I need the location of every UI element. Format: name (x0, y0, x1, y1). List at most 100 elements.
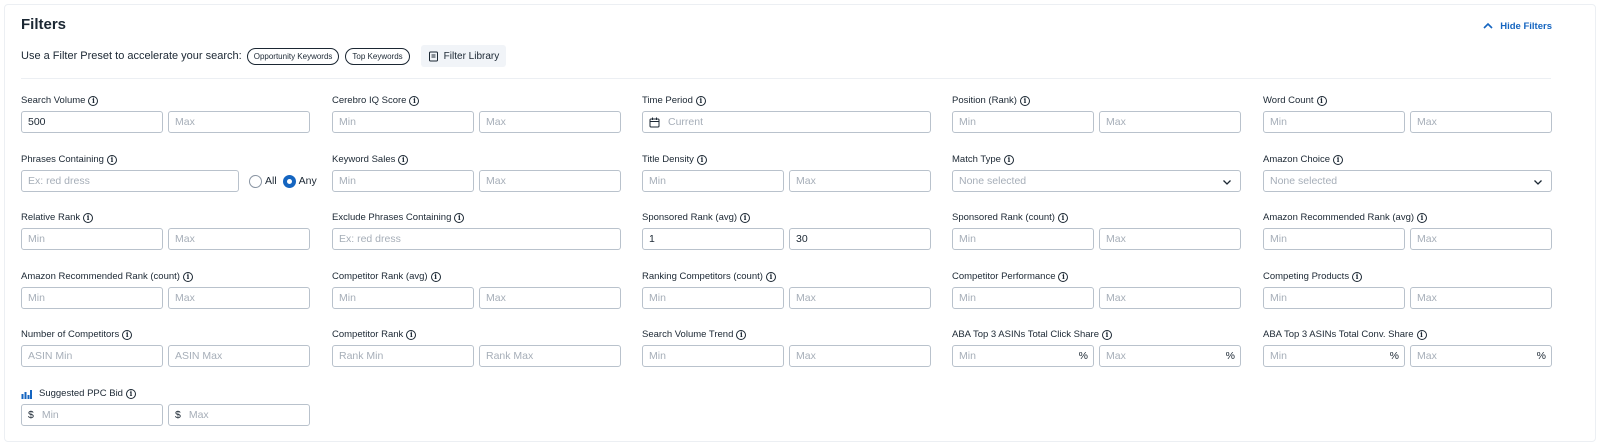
title-density-min-input[interactable]: Min (642, 170, 784, 192)
filters-title: Filters (21, 16, 67, 33)
info-icon[interactable]: i (1057, 212, 1068, 223)
amazon-rec-rank-count-max-input[interactable]: Max (168, 287, 310, 309)
info-icon[interactable]: i (1101, 329, 1112, 340)
position-rank-min-input[interactable]: Min (952, 111, 1094, 133)
keyword-sales-min-input[interactable]: Min (332, 170, 474, 192)
keyword-sales-max-input[interactable]: Max (479, 170, 621, 192)
amazon-choice-select[interactable]: None selected (1263, 170, 1552, 192)
sponsored-rank-count-max-input[interactable]: Max (1099, 228, 1241, 250)
aba-click-share-max-input[interactable]: Max% (1099, 345, 1241, 367)
info-icon[interactable]: i (406, 329, 417, 340)
filter-match-type: Match Type i None selected (952, 153, 1242, 192)
info-icon[interactable]: i (182, 271, 193, 282)
filter-label: Suggested PPC Bid (39, 388, 123, 399)
suggested-ppc-bid-min-input[interactable]: $ Min (21, 404, 163, 426)
max-placeholder: Max (188, 409, 209, 421)
info-icon[interactable]: i (125, 388, 136, 399)
aba-conv-share-min-input[interactable]: Min% (1263, 345, 1405, 367)
info-icon[interactable]: i (1316, 95, 1327, 106)
position-rank-max-input[interactable]: Max (1099, 111, 1241, 133)
competing-products-max-input[interactable]: Max (1410, 287, 1552, 309)
amazon-rec-rank-count-min-input[interactable]: Min (21, 287, 163, 309)
relative-rank-max-input[interactable]: Max (168, 228, 310, 250)
filter-label: Number of Competitors (21, 329, 120, 340)
info-icon[interactable]: i (1003, 154, 1014, 165)
preset-opportunity-keywords[interactable]: Opportunity Keywords (246, 47, 340, 65)
filter-label: Amazon Recommended Rank (count) (21, 271, 180, 282)
info-icon[interactable]: i (83, 212, 94, 223)
info-icon[interactable]: i (106, 154, 117, 165)
info-icon[interactable]: i (409, 95, 420, 106)
time-period-picker[interactable]: Current (642, 111, 931, 133)
aba-click-share-min-input[interactable]: Min% (952, 345, 1094, 367)
ranking-competitors-count-max-input[interactable]: Max (789, 287, 931, 309)
search-volume-trend-min-input[interactable]: Min (642, 345, 784, 367)
info-icon[interactable]: i (1352, 271, 1363, 282)
competitor-performance-min-input[interactable]: Min (952, 287, 1094, 309)
info-icon[interactable]: i (1058, 271, 1069, 282)
info-icon[interactable]: i (740, 212, 751, 223)
number-of-competitors-max-input[interactable]: ASIN Max (168, 345, 310, 367)
search-volume-min-input[interactable]: 500 (21, 111, 163, 133)
competitor-rank-avg-min-input[interactable]: Min (332, 287, 474, 309)
info-icon[interactable]: i (454, 212, 465, 223)
word-count-min-input[interactable]: Min (1263, 111, 1405, 133)
sponsored-rank-count-min-input[interactable]: Min (952, 228, 1094, 250)
filter-number-of-competitors: Number of Competitors i ASIN Min ASIN Max (21, 328, 311, 367)
filter-label: Competing Products (1263, 271, 1350, 282)
cerebro-iq-min-input[interactable]: Min (332, 111, 474, 133)
filter-label: Competitor Performance (952, 271, 1056, 282)
filter-library-button[interactable]: Filter Library (420, 45, 507, 67)
sponsored-rank-avg-max-input[interactable]: 30 (789, 228, 931, 250)
radio-any[interactable] (282, 174, 296, 188)
search-volume-trend-max-input[interactable]: Max (789, 345, 931, 367)
competitor-performance-max-input[interactable]: Max (1099, 287, 1241, 309)
hide-filters-button[interactable]: Hide Filters (1482, 20, 1552, 32)
number-of-competitors-min-input[interactable]: ASIN Min (21, 345, 163, 367)
filter-competitor-performance: Competitor Performance i Min Max (952, 270, 1242, 309)
preset-row: Use a Filter Preset to accelerate your s… (21, 45, 507, 67)
info-icon[interactable]: i (1417, 212, 1428, 223)
divider (21, 78, 1551, 79)
info-icon[interactable]: i (398, 154, 409, 165)
radio-all[interactable] (249, 174, 262, 188)
search-volume-max-input[interactable]: Max (168, 111, 310, 133)
filter-amazon-choice: Amazon Choice i None selected (1263, 153, 1553, 192)
info-icon[interactable]: i (1019, 95, 1030, 106)
info-icon[interactable]: i (122, 329, 133, 340)
exclude-phrases-input[interactable]: Ex: red dress (332, 228, 621, 250)
sponsored-rank-avg-min-input[interactable]: 1 (642, 228, 784, 250)
filter-exclude-phrases: Exclude Phrases Containing i Ex: red dres… (332, 211, 622, 250)
amazon-rec-rank-avg-min-input[interactable]: Min (1263, 228, 1405, 250)
filter-amazon-rec-rank-count: Amazon Recommended Rank (count) i Min Max (21, 270, 311, 309)
info-icon[interactable]: i (695, 95, 706, 106)
suggested-ppc-bid-max-input[interactable]: $ Max (168, 404, 310, 426)
title-density-max-input[interactable]: Max (789, 170, 931, 192)
info-icon[interactable]: i (765, 271, 776, 282)
amazon-rec-rank-avg-max-input[interactable]: Max (1410, 228, 1552, 250)
info-icon[interactable]: i (1333, 154, 1344, 165)
info-icon[interactable]: i (1416, 329, 1427, 340)
competitor-rank-min-input[interactable]: Rank Min (332, 345, 474, 367)
word-count-max-input[interactable]: Max (1410, 111, 1552, 133)
max-placeholder: Max (1106, 350, 1126, 362)
competing-products-min-input[interactable]: Min (1263, 287, 1405, 309)
info-icon[interactable]: i (696, 154, 707, 165)
filter-label: Sponsored Rank (avg) (642, 212, 738, 223)
filter-ranking-competitors-count: Ranking Competitors (count) i Min Max (642, 270, 932, 309)
info-icon[interactable]: i (88, 95, 99, 106)
filter-label: Time Period (642, 95, 693, 106)
relative-rank-min-input[interactable]: Min (21, 228, 163, 250)
max-placeholder: Max (1417, 350, 1437, 362)
match-type-select[interactable]: None selected (952, 170, 1241, 192)
min-placeholder: Min (41, 409, 59, 421)
competitor-rank-max-input[interactable]: Rank Max (479, 345, 621, 367)
info-icon[interactable]: i (736, 329, 747, 340)
ranking-competitors-count-min-input[interactable]: Min (642, 287, 784, 309)
phrases-containing-input[interactable]: Ex: red dress (21, 170, 239, 192)
info-icon[interactable]: i (430, 271, 441, 282)
preset-top-keywords[interactable]: Top Keywords (345, 47, 410, 65)
aba-conv-share-max-input[interactable]: Max% (1410, 345, 1552, 367)
competitor-rank-avg-max-input[interactable]: Max (479, 287, 621, 309)
cerebro-iq-max-input[interactable]: Max (479, 111, 621, 133)
